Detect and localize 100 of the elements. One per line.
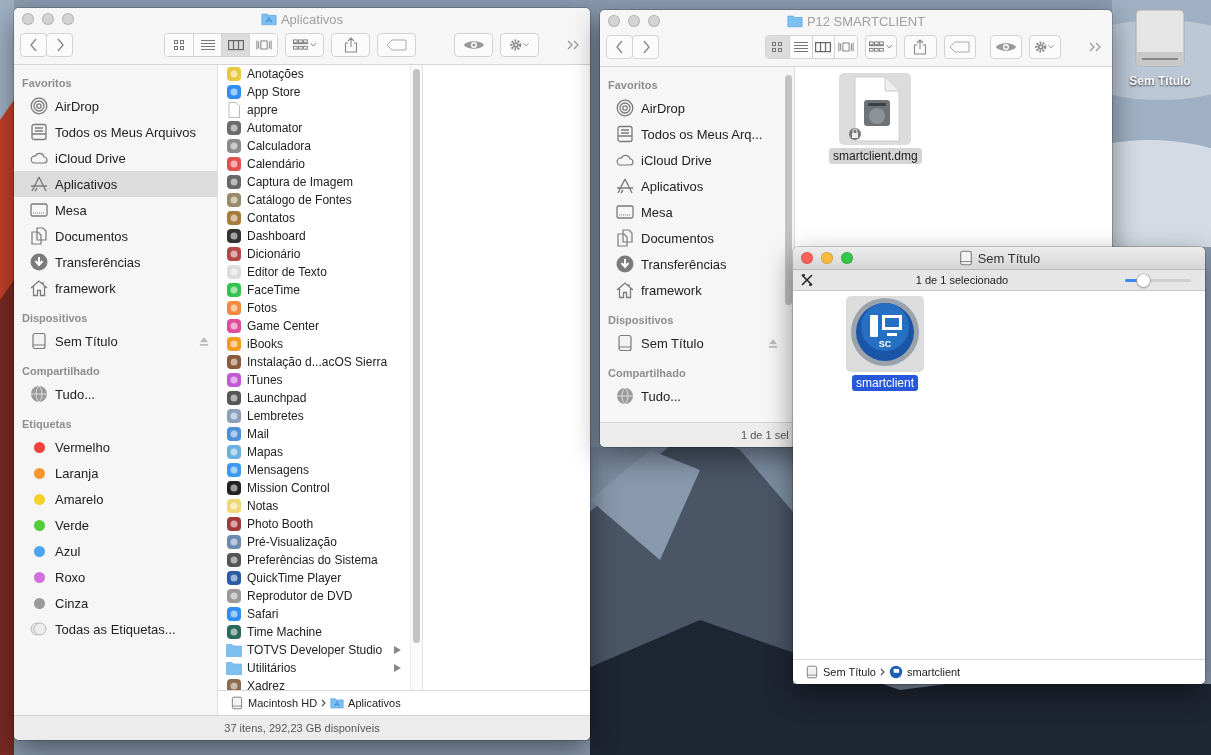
- drive-icon[interactable]: [1132, 8, 1188, 70]
- sidebar-item[interactable]: Transferências: [600, 251, 786, 277]
- sidebar-item[interactable]: Documentos: [14, 223, 217, 249]
- sidebar-item[interactable]: framework: [600, 277, 786, 303]
- scrollbar[interactable]: [410, 65, 422, 690]
- file-row[interactable]: Mensagens: [218, 461, 410, 479]
- file-row[interactable]: iTunes: [218, 371, 410, 389]
- file-row[interactable]: Mapas: [218, 443, 410, 461]
- sidebar-item[interactable]: AirDrop: [600, 95, 786, 121]
- minimize-button[interactable]: [821, 252, 833, 264]
- file-row[interactable]: Calculadora: [218, 137, 410, 155]
- file-row[interactable]: Anotações: [218, 65, 410, 83]
- sidebar-item[interactable]: Todas as Etiquetas...: [14, 616, 217, 642]
- sidebar-item[interactable]: Mesa: [600, 199, 786, 225]
- file-row[interactable]: Automator: [218, 119, 410, 137]
- forward-button[interactable]: [632, 35, 659, 59]
- file-row[interactable]: Game Center: [218, 317, 410, 335]
- sidebar-item[interactable]: Laranja: [14, 460, 217, 486]
- sidebar-item[interactable]: iCloud Drive: [600, 147, 786, 173]
- view-mode-tab[interactable]: [811, 36, 835, 58]
- close-button[interactable]: [22, 13, 34, 25]
- sidebar-item[interactable]: framework: [14, 275, 217, 301]
- file-row[interactable]: QuickTime Player: [218, 569, 410, 587]
- action-button[interactable]: [1028, 35, 1061, 59]
- file-row[interactable]: Lembretes: [218, 407, 410, 425]
- sidebar-item[interactable]: Transferências: [14, 249, 217, 275]
- file-row[interactable]: Safari: [218, 605, 410, 623]
- file-row[interactable]: FaceTime: [218, 281, 410, 299]
- sidebar-item[interactable]: Todos os Meus Arq...: [600, 121, 786, 147]
- sidebar-item[interactable]: Sem Título: [14, 328, 217, 354]
- view-mode-tab[interactable]: [165, 34, 193, 56]
- sidebar-item[interactable]: Sem Título: [600, 330, 786, 356]
- scrollbar-thumb[interactable]: [785, 75, 792, 305]
- sidebar-item[interactable]: Tudo...: [600, 383, 786, 409]
- sidebar-item[interactable]: Verde: [14, 512, 217, 538]
- view-mode-tab[interactable]: [221, 34, 249, 56]
- share-button[interactable]: [331, 33, 370, 57]
- view-mode-tab[interactable]: [834, 36, 858, 58]
- file-row[interactable]: Captura de Imagem: [218, 173, 410, 191]
- file-row[interactable]: Mission Control: [218, 479, 410, 497]
- sidebar-item[interactable]: Aplicativos: [14, 171, 217, 197]
- view-mode-tab[interactable]: [788, 36, 812, 58]
- file-row[interactable]: Utilitários: [218, 659, 410, 677]
- sidebar-item[interactable]: Vermelho: [14, 434, 217, 460]
- file-row[interactable]: Xadrez: [218, 677, 410, 690]
- tag-button[interactable]: [943, 35, 976, 59]
- close-button[interactable]: [608, 15, 620, 27]
- zoom-button[interactable]: [62, 13, 74, 25]
- path-item[interactable]: Macintosh HD: [230, 696, 318, 710]
- quick-look-button[interactable]: [454, 33, 493, 57]
- file-row[interactable]: Notas: [218, 497, 410, 515]
- sidebar-item[interactable]: Documentos: [600, 225, 786, 251]
- file-row[interactable]: Photo Booth: [218, 515, 410, 533]
- file-name[interactable]: smartclient: [852, 375, 918, 391]
- sidebar-item[interactable]: Azul: [14, 538, 217, 564]
- minimize-button[interactable]: [628, 15, 640, 27]
- file-row[interactable]: Time Machine: [218, 623, 410, 641]
- file-row[interactable]: Instalação d...acOS Sierra: [218, 353, 410, 371]
- path-item[interactable]: Sem Título: [805, 665, 876, 679]
- file-row[interactable]: TOTVS Developer Studio: [218, 641, 410, 659]
- file-row[interactable]: App Store: [218, 83, 410, 101]
- view-mode-tab[interactable]: [249, 34, 277, 56]
- sidebar-item[interactable]: iCloud Drive: [14, 145, 217, 171]
- file-row[interactable]: Mail: [218, 425, 410, 443]
- file-row[interactable]: Fotos: [218, 299, 410, 317]
- file-row[interactable]: appre: [218, 101, 410, 119]
- file-row[interactable]: Editor de Texto: [218, 263, 410, 281]
- path-item[interactable]: Aplicativos: [330, 696, 401, 710]
- action-button[interactable]: [500, 33, 539, 57]
- sidebar-item[interactable]: Todos os Meus Arquivos: [14, 119, 217, 145]
- file-row[interactable]: Dashboard: [218, 227, 410, 245]
- file-row[interactable]: Dicionário: [218, 245, 410, 263]
- sidebar-item[interactable]: Tudo...: [14, 381, 217, 407]
- zoom-button[interactable]: [648, 15, 660, 27]
- sidebar-item[interactable]: AirDrop: [14, 93, 217, 119]
- sidebar-item[interactable]: Roxo: [14, 564, 217, 590]
- view-mode-tab[interactable]: [766, 36, 789, 58]
- file-row[interactable]: Launchpad: [218, 389, 410, 407]
- arrange-button[interactable]: [285, 33, 324, 57]
- back-button[interactable]: [606, 35, 633, 59]
- file-row[interactable]: Catálogo de Fontes: [218, 191, 410, 209]
- file-name[interactable]: smartclient.dmg: [829, 148, 922, 164]
- file-row[interactable]: iBooks: [218, 335, 410, 353]
- arrange-button[interactable]: [865, 35, 898, 59]
- quick-look-button[interactable]: [989, 35, 1022, 59]
- file-row[interactable]: Preferências do Sistema: [218, 551, 410, 569]
- eject-icon[interactable]: [768, 338, 778, 348]
- sidebar-item[interactable]: Aplicativos: [600, 173, 786, 199]
- file-row[interactable]: Reprodutor de DVD: [218, 587, 410, 605]
- path-item[interactable]: smartclient: [889, 665, 961, 679]
- tag-button[interactable]: [377, 33, 416, 57]
- minimize-button[interactable]: [42, 13, 54, 25]
- eject-icon[interactable]: [199, 336, 209, 346]
- close-button[interactable]: [801, 252, 813, 264]
- sidebar-item[interactable]: Mesa: [14, 197, 217, 223]
- sidebar-item[interactable]: Amarelo: [14, 486, 217, 512]
- file-row[interactable]: Contatos: [218, 209, 410, 227]
- file-row[interactable]: Calendário: [218, 155, 410, 173]
- sidebar-item[interactable]: Cinza: [14, 590, 217, 616]
- zoom-button[interactable]: [841, 252, 853, 264]
